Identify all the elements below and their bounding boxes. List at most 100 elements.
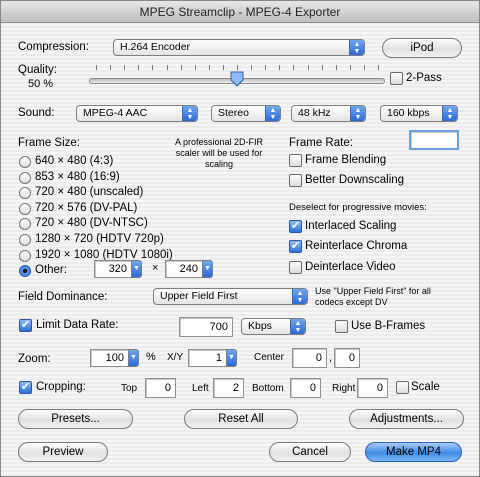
limit-data-rate-checkbox[interactable]: ✔ <box>19 319 32 332</box>
xy-field[interactable]: 1 <box>188 349 227 367</box>
zoom-label: Zoom: <box>18 353 51 365</box>
sound-bitrate-select[interactable]: 160 kbps ▲ ▼ <box>380 105 458 122</box>
frame-size-option-label: Other: <box>35 264 67 277</box>
slider-tick <box>265 65 266 70</box>
other-width-value: 320 <box>108 263 127 275</box>
sound-rate-value: 48 kHz <box>298 107 331 119</box>
slider-tick <box>279 65 280 70</box>
deinterlace-video-checkbox[interactable] <box>289 261 302 274</box>
frame-size-radio[interactable] <box>19 187 31 200</box>
slider-tick <box>223 65 224 70</box>
frame-blending-checkbox[interactable] <box>289 154 302 167</box>
compression-select[interactable]: H.264 Encoder ▲ ▼ <box>113 39 365 56</box>
crop-top-field[interactable]: 0 <box>145 378 176 398</box>
crop-bottom-label: Bottom <box>252 383 284 394</box>
frame-size-radio[interactable] <box>19 265 31 278</box>
center-y-field[interactable]: 0 <box>334 348 360 368</box>
make-mp4-button[interactable]: Make MP4 <box>365 442 462 462</box>
width-stepper[interactable]: ▼ <box>131 260 142 278</box>
sound-channels-value: Stereo <box>218 107 249 119</box>
adjustments-button[interactable]: Adjustments... <box>349 409 464 429</box>
crop-top-label: Top <box>121 383 138 394</box>
other-width-field[interactable]: 320 <box>94 260 132 278</box>
deselect-note: Deselect for progressive movies: <box>289 202 427 213</box>
reset-all-button[interactable]: Reset All <box>184 409 298 429</box>
sound-rate-select[interactable]: 48 kHz ▲ ▼ <box>291 105 366 122</box>
center-x-field[interactable]: 0 <box>292 348 327 368</box>
popup-arrows-icon: ▲ ▼ <box>349 40 364 55</box>
sound-codec-select[interactable]: MPEG-4 AAC ▲ ▼ <box>76 105 198 122</box>
two-pass-checkbox[interactable] <box>390 72 403 85</box>
reinterlace-chroma-checkbox[interactable]: ✔ <box>289 240 302 253</box>
frame-size-radio[interactable] <box>19 171 31 184</box>
xy-stepper[interactable]: ▼ <box>226 349 237 367</box>
better-downscaling-label: Better Downscaling <box>305 174 405 186</box>
data-rate-field[interactable]: 700 <box>179 317 233 337</box>
frame-size-radio[interactable] <box>19 249 31 262</box>
reinterlace-chroma-label: Reinterlace Chroma <box>305 240 408 252</box>
zoom-percent-symbol: % <box>146 351 156 363</box>
quality-slider[interactable] <box>89 65 385 95</box>
scale-checkbox[interactable] <box>396 381 409 394</box>
scale-label: Scale <box>411 381 440 393</box>
height-stepper[interactable]: ▼ <box>202 260 213 278</box>
field-dominance-note: Use "Upper Field First" for all codecs e… <box>315 286 431 307</box>
frame-size-radio[interactable] <box>19 202 31 215</box>
data-rate-value: 700 <box>209 321 228 333</box>
slider-tick <box>308 65 309 70</box>
crop-right-field[interactable]: 0 <box>357 378 388 398</box>
popup-arrows-icon: ▲ ▼ <box>350 106 365 121</box>
popup-arrows-icon: ▲ ▼ <box>265 106 280 121</box>
field-dominance-label: Field Dominance: <box>18 291 108 303</box>
frame-size-option-label: 720 × 480 (DV-NTSC) <box>35 217 148 230</box>
slider-tick <box>110 65 111 70</box>
field-dominance-select[interactable]: Upper Field First ▲ ▼ <box>153 288 308 305</box>
limit-data-rate-label: Limit Data Rate: <box>36 319 119 331</box>
data-rate-unit-select[interactable]: Kbps ▲ ▼ <box>241 318 306 335</box>
xy-value: 1 <box>215 352 222 364</box>
scaler-note: A professional 2D-FIR scaler will be use… <box>174 137 264 169</box>
frame-size-option-label: 720 × 576 (DV-PAL) <box>35 201 138 214</box>
frame-size-radio[interactable] <box>19 234 31 246</box>
preview-button[interactable]: Preview <box>18 442 108 462</box>
use-bframes-checkbox[interactable] <box>335 320 348 333</box>
ipod-button[interactable]: iPod <box>382 38 462 58</box>
cancel-button[interactable]: Cancel <box>269 442 351 462</box>
better-downscaling-checkbox[interactable] <box>289 174 302 187</box>
sound-codec-value: MPEG-4 AAC <box>83 107 148 119</box>
sound-channels-select[interactable]: Stereo ▲ ▼ <box>211 105 281 122</box>
crop-left-field[interactable]: 2 <box>213 378 244 398</box>
frame-rate-field[interactable] <box>409 130 459 150</box>
field-dominance-value: Upper Field First <box>160 290 238 302</box>
zoom-stepper[interactable]: ▼ <box>128 349 139 367</box>
slider-tick <box>336 65 337 70</box>
popup-arrows-icon: ▲ ▼ <box>442 106 457 121</box>
other-height-field[interactable]: 240 <box>165 260 203 278</box>
crop-bottom-field[interactable]: 0 <box>290 378 321 398</box>
frame-size-option-label: 1280 × 720 (HDTV 720p) <box>35 233 164 245</box>
slider-tick <box>124 65 125 70</box>
popup-arrows-icon: ▲ ▼ <box>290 319 305 334</box>
interlaced-scaling-label: Interlaced Scaling <box>305 220 397 232</box>
slider-tick <box>181 65 182 70</box>
frame-size-radio[interactable] <box>19 218 31 231</box>
cropping-checkbox[interactable]: ✔ <box>19 381 32 394</box>
popup-arrows-icon: ▲ ▼ <box>292 289 307 304</box>
crop-top-value: 0 <box>164 382 171 394</box>
slider-tick <box>322 65 323 70</box>
crop-left-label: Left <box>192 383 209 394</box>
slider-tick <box>138 65 139 70</box>
zoom-field[interactable]: 100 <box>90 349 129 367</box>
use-bframes-label: Use B-Frames <box>351 320 426 332</box>
slider-tick <box>167 65 168 70</box>
frame-size-option-label: 1920 × 1080 (HDTV 1080i) <box>35 248 173 261</box>
cropping-label: Cropping: <box>36 381 86 393</box>
center-x-value: 0 <box>315 352 322 364</box>
frame-size-option-label: 640 × 480 (4:3) <box>35 155 114 167</box>
crop-left-value: 2 <box>232 382 239 394</box>
frame-size-radio[interactable] <box>19 156 31 168</box>
interlaced-scaling-checkbox[interactable]: ✔ <box>289 220 302 233</box>
slider-thumb[interactable] <box>230 71 244 87</box>
slider-tick <box>96 65 97 70</box>
presets-button[interactable]: Presets... <box>18 409 133 429</box>
